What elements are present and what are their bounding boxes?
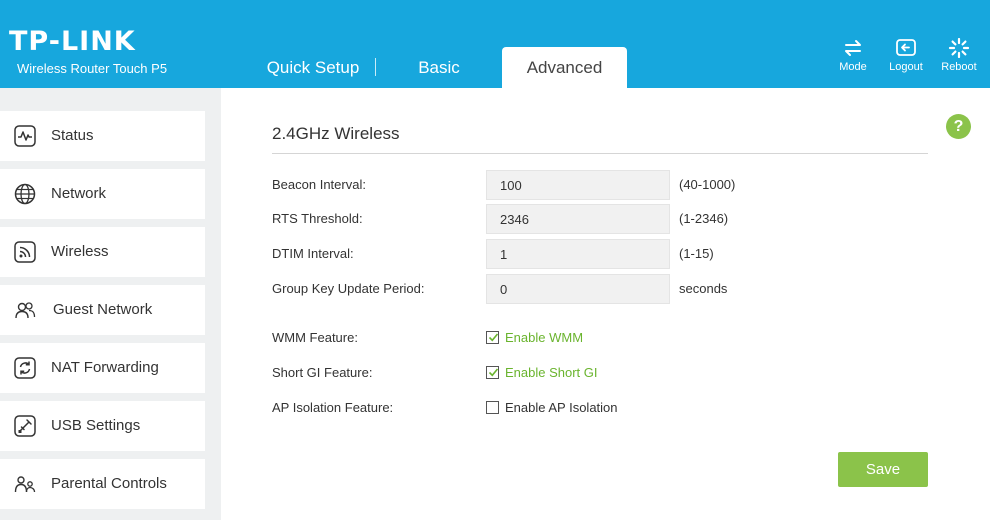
checkmark-icon xyxy=(488,368,499,377)
save-button[interactable]: Save xyxy=(838,452,928,487)
usb-icon xyxy=(14,415,36,437)
nat-refresh-icon xyxy=(14,357,36,379)
sidebar-item-wireless[interactable]: Wireless xyxy=(0,227,205,277)
sidebar-item-label: USB Settings xyxy=(51,417,141,434)
dtim-interval-input[interactable] xyxy=(486,239,670,269)
sidebar-item-label: Guest Network xyxy=(53,301,153,318)
sidebar-item-label: Network xyxy=(51,185,107,202)
rts-threshold-label: RTS Threshold: xyxy=(272,211,363,226)
guest-users-icon xyxy=(15,302,36,319)
group-key-update-label: Group Key Update Period: xyxy=(272,281,425,296)
top-header: TP-LINK Wireless Router Touch P5 Quick S… xyxy=(0,0,990,88)
sidebar-item-label: NAT Forwarding xyxy=(51,359,159,376)
sidebar-item-nat-forwarding[interactable]: NAT Forwarding xyxy=(0,343,205,393)
rts-threshold-input[interactable] xyxy=(486,204,670,234)
logout-label: Logout xyxy=(889,61,923,73)
wifi-icon xyxy=(14,241,36,263)
mode-arrows-icon xyxy=(845,40,861,56)
parental-icon xyxy=(14,476,36,493)
sidebar-item-label: Parental Controls xyxy=(51,475,167,492)
logout-button[interactable]: Logout xyxy=(881,38,931,78)
sidebar-item-network[interactable]: Network xyxy=(0,169,205,219)
group-key-update-input[interactable] xyxy=(486,274,670,304)
dtim-interval-hint: (1-15) xyxy=(679,246,714,261)
logout-icon xyxy=(896,39,916,56)
enable-wmm-label: Enable WMM xyxy=(505,330,584,345)
beacon-interval-hint: (40-1000) xyxy=(679,177,736,192)
sidebar-item-label: Status xyxy=(51,127,94,144)
enable-short-gi-label: Enable Short GI xyxy=(505,365,598,380)
checkbox-box[interactable] xyxy=(486,401,499,414)
beacon-interval-input[interactable] xyxy=(486,170,670,200)
short-gi-feature-label: Short GI Feature: xyxy=(272,365,373,380)
section-divider xyxy=(272,153,928,154)
sidebar: Status Network Wireless Guest Network NA… xyxy=(0,88,221,520)
tab-separator xyxy=(375,58,376,76)
enable-ap-isolation-label: Enable AP Isolation xyxy=(505,400,618,415)
tab-advanced[interactable]: Advanced xyxy=(502,47,627,88)
globe-icon xyxy=(14,183,36,205)
reboot-label: Reboot xyxy=(941,61,977,73)
mode-label: Mode xyxy=(839,61,867,73)
status-pulse-icon xyxy=(14,125,36,147)
brand-logo: TP-LINK xyxy=(9,26,136,57)
tab-basic[interactable]: Basic xyxy=(404,47,474,88)
tab-quick-setup[interactable]: Quick Setup xyxy=(258,47,368,88)
checkbox-box[interactable] xyxy=(486,331,499,344)
sidebar-item-label: Wireless xyxy=(51,243,109,260)
group-key-update-hint: seconds xyxy=(679,281,728,296)
beacon-interval-label: Beacon Interval: xyxy=(272,177,366,192)
help-button[interactable]: ? xyxy=(946,114,971,139)
device-model: Wireless Router Touch P5 xyxy=(17,61,168,76)
reboot-button[interactable]: Reboot xyxy=(934,38,984,78)
rts-threshold-hint: (1-2346) xyxy=(679,211,729,226)
sidebar-item-status[interactable]: Status xyxy=(0,111,205,161)
section-title: 2.4GHz Wireless xyxy=(272,124,400,143)
sidebar-item-parental-controls[interactable]: Parental Controls xyxy=(0,459,205,509)
mode-button[interactable]: Mode xyxy=(828,38,878,78)
sidebar-item-guest-network[interactable]: Guest Network xyxy=(0,285,205,335)
wmm-feature-label: WMM Feature: xyxy=(272,330,358,345)
checkmark-icon xyxy=(488,333,499,342)
checkbox-box[interactable] xyxy=(486,366,499,379)
ap-isolation-feature-label: AP Isolation Feature: xyxy=(272,400,394,415)
reboot-icon xyxy=(948,38,970,58)
sidebar-item-usb-settings[interactable]: USB Settings xyxy=(0,401,205,451)
dtim-interval-label: DTIM Interval: xyxy=(272,246,354,261)
